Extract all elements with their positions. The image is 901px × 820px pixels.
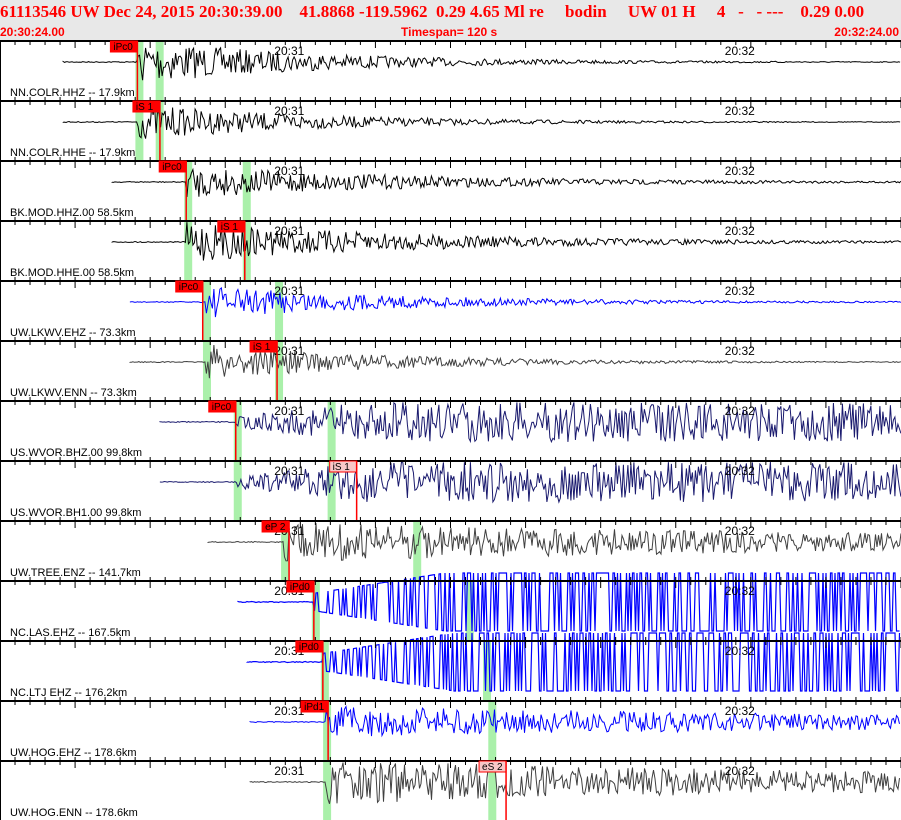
channel-row[interactable]: 20:31 20:32 iS 1 BK.MOD.HHE.00 58.5km: [0, 217, 901, 280]
minute-label: 20:32: [725, 104, 755, 118]
channel-row[interactable]: 20:31 20:32 iS 1 UW.LKWV.ENN -- 73.3km: [0, 337, 901, 400]
start-time: 20:30:24.00: [0, 25, 65, 39]
minute-label: 20:31: [274, 224, 304, 238]
waveform-trace: [111, 167, 901, 198]
waveform-trace: [129, 345, 901, 379]
channel-label: UW.HOG.ENN -- 178.6km: [10, 807, 138, 819]
pick-label: iS 1: [221, 222, 239, 233]
minute-label: 20:32: [725, 644, 755, 658]
waveform-trace: [159, 401, 901, 444]
pick-label: iPc0: [212, 402, 232, 413]
pick-label: eP 2: [265, 522, 286, 533]
channel-label: NC.LAS.EHZ -- 167.5km: [10, 627, 130, 639]
pick-label: iPd1: [304, 702, 324, 713]
seismogram-panel[interactable]: 20:31 20:32iPc0NN.COLR.HHZ -- 17.9km20:31…: [0, 40, 901, 820]
pick-label: iPc0: [113, 42, 133, 53]
minute-label: 20:32: [725, 764, 755, 778]
minute-label: 20:31: [274, 704, 304, 718]
channel-row[interactable]: 20:31 20:32 iS 1 NN.COLR.HHE -- 17.9km: [0, 97, 901, 160]
channel-row[interactable]: 20:31 20:32iPd0NC.LTJ EHZ -- 176.2km: [0, 632, 901, 700]
channel-row[interactable]: 20:3120:32eP 2UW.TREE.ENZ -- 141.7km: [0, 517, 901, 580]
pick-label: iS 1: [136, 102, 154, 113]
pick-window-band: [323, 760, 332, 820]
channel-label: BK.MOD.HHZ.00 58.5km: [10, 207, 133, 219]
minute-label: 20:32: [725, 284, 755, 298]
channel-row[interactable]: 20:31 20:32iS 1US.WVOR.BH1.00 99.8km: [0, 457, 901, 520]
minute-label: 20:31: [274, 404, 304, 418]
channel-label: UW.LKWV.ENN -- 73.3km: [10, 387, 137, 399]
minute-label: 20:31: [274, 164, 304, 178]
channel-row[interactable]: 20:3120:32iPd0NC.LAS.EHZ -- 167.5km: [0, 572, 901, 640]
minute-label: 20:32: [725, 704, 755, 718]
pick-window-band: [233, 460, 242, 520]
minute-label: 20:32: [725, 404, 755, 418]
minute-label: 20:32: [725, 44, 755, 58]
channel-label: BK.MOD.HHE.00 58.5km: [10, 267, 134, 279]
waveform-trace: [249, 705, 900, 738]
channel-label: UW.HOG.EHZ -- 178.6km: [10, 747, 137, 759]
pick-label: iPc0: [162, 162, 182, 173]
pick-label: iS 1: [333, 462, 351, 473]
channel-row[interactable]: 20:31 20:32 eS 2 UW.HOG.ENN -- 178.6km: [0, 757, 901, 820]
minute-label: 20:32: [725, 584, 755, 598]
minute-label: 20:32: [725, 224, 755, 238]
pick-label: iPc0: [179, 282, 199, 293]
pick-label: eS 2: [482, 762, 503, 773]
event-header: 61113546 UW Dec 24, 2015 20:30:39.00 41.…: [0, 0, 901, 40]
minute-label: 20:32: [725, 524, 755, 538]
waveform-trace: [62, 106, 901, 139]
channel-row[interactable]: 20:31 20:32 iPd1 UW.HOG.EHZ -- 178.6km: [0, 697, 901, 760]
waveform-trace: [129, 286, 901, 318]
waveform-trace: [207, 523, 901, 562]
channel-row[interactable]: 20:31 20:32 iPc0 NN.COLR.HHZ -- 17.9km: [0, 40, 901, 100]
pick-label: iPd0: [299, 642, 319, 653]
channel-label: UW.LKWV.EHZ -- 73.3km: [10, 327, 136, 339]
waveform-trace: [62, 46, 901, 81]
minute-label: 20:32: [725, 344, 755, 358]
minute-label: 20:31: [274, 104, 304, 118]
minute-label: 20:31: [274, 284, 304, 298]
minute-label: 20:32: [725, 164, 755, 178]
channel-label: NN.COLR.HHZ -- 17.9km: [10, 87, 135, 99]
waveform-trace: [159, 461, 901, 504]
end-time: 20:32:24.00: [834, 25, 899, 39]
channel-label: NN.COLR.HHE -- 17.9km: [10, 147, 135, 159]
minute-label: 20:31: [274, 464, 304, 478]
channel-label: NC.LTJ EHZ -- 176.2km: [10, 687, 127, 699]
event-summary: 61113546 UW Dec 24, 2015 20:30:39.00 41.…: [0, 2, 865, 21]
timespan: Timespan= 120 s: [401, 25, 498, 39]
channel-row[interactable]: 20:31 20:32 iPc0 BK.MOD.HHZ.00 58.5km: [0, 157, 901, 220]
pick-label: iS 1: [253, 342, 271, 353]
channel-row[interactable]: 20:31 20:32iPc0US.WVOR.BHZ.00 99.8km: [0, 397, 901, 460]
minute-label: 20:32: [725, 464, 755, 478]
channel-row[interactable]: 20:31 20:32 iPc0 UW.LKWV.EHZ -- 73.3km: [0, 277, 901, 340]
pick-label: iPd0: [290, 582, 310, 593]
minute-label: 20:31: [274, 344, 304, 358]
waveform-trace: [249, 762, 900, 804]
pick-window-band: [488, 700, 497, 760]
minute-label: 20:31: [274, 44, 304, 58]
minute-label: 20:31: [274, 764, 304, 778]
